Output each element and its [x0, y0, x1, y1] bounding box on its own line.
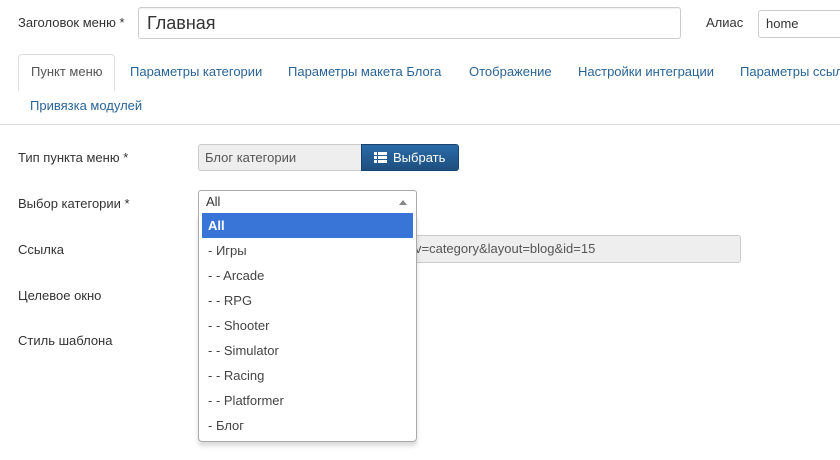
- menu-item-type-field: Блог категории: [198, 144, 362, 171]
- alias-input[interactable]: home: [758, 10, 840, 38]
- dropdown-option-arcade[interactable]: - - Arcade: [202, 263, 413, 288]
- select-button[interactable]: Выбрать: [361, 144, 459, 171]
- dropdown-option-simulator[interactable]: - - Simulator: [202, 338, 413, 363]
- menu-title-input[interactable]: Главная: [138, 7, 681, 39]
- dropdown-option-rpg[interactable]: - - RPG: [202, 288, 413, 313]
- link-value: v=category&layout=blog&id=15: [415, 241, 596, 256]
- category-select-value: All: [206, 194, 221, 209]
- link-label: Ссылка: [18, 242, 65, 257]
- dropdown-option-platformer[interactable]: - - Platformer: [202, 388, 413, 413]
- list-icon: [374, 152, 387, 163]
- tab-category-params[interactable]: Параметры категории: [118, 54, 274, 90]
- tab-display[interactable]: Отображение: [457, 54, 564, 90]
- category-label: Выбор категории *: [18, 196, 130, 211]
- dropdown-option-all[interactable]: All: [202, 213, 413, 238]
- dropdown-option-games[interactable]: - Игры: [202, 238, 413, 263]
- tab-module-assignment[interactable]: Привязка модулей: [18, 88, 154, 124]
- tabs-divider: [0, 124, 840, 125]
- select-button-label: Выбрать: [393, 150, 446, 165]
- dropdown-option-shooter[interactable]: - - Shooter: [202, 313, 413, 338]
- menu-item-type-label: Тип пункта меню *: [18, 150, 129, 165]
- tab-menu-item[interactable]: Пункт меню: [18, 54, 115, 91]
- chevron-up-icon: [399, 200, 407, 205]
- menu-title-label: Заголовок меню *: [18, 15, 125, 30]
- tab-integration[interactable]: Настройки интеграции: [566, 54, 726, 90]
- tab-blog-layout[interactable]: Параметры макета Блога: [276, 54, 453, 90]
- category-select[interactable]: All: [198, 190, 417, 214]
- template-style-label: Стиль шаблона: [18, 333, 113, 348]
- alias-label: Алиас: [706, 15, 744, 30]
- category-dropdown-list: All - Игры - - Arcade - - RPG - - Shoote…: [198, 213, 417, 442]
- dropdown-option-blog[interactable]: - Блог: [202, 413, 413, 438]
- tab-link-params[interactable]: Параметры ссыл: [728, 54, 840, 90]
- dropdown-option-racing[interactable]: - - Racing: [202, 363, 413, 388]
- target-window-label: Целевое окно: [18, 288, 102, 303]
